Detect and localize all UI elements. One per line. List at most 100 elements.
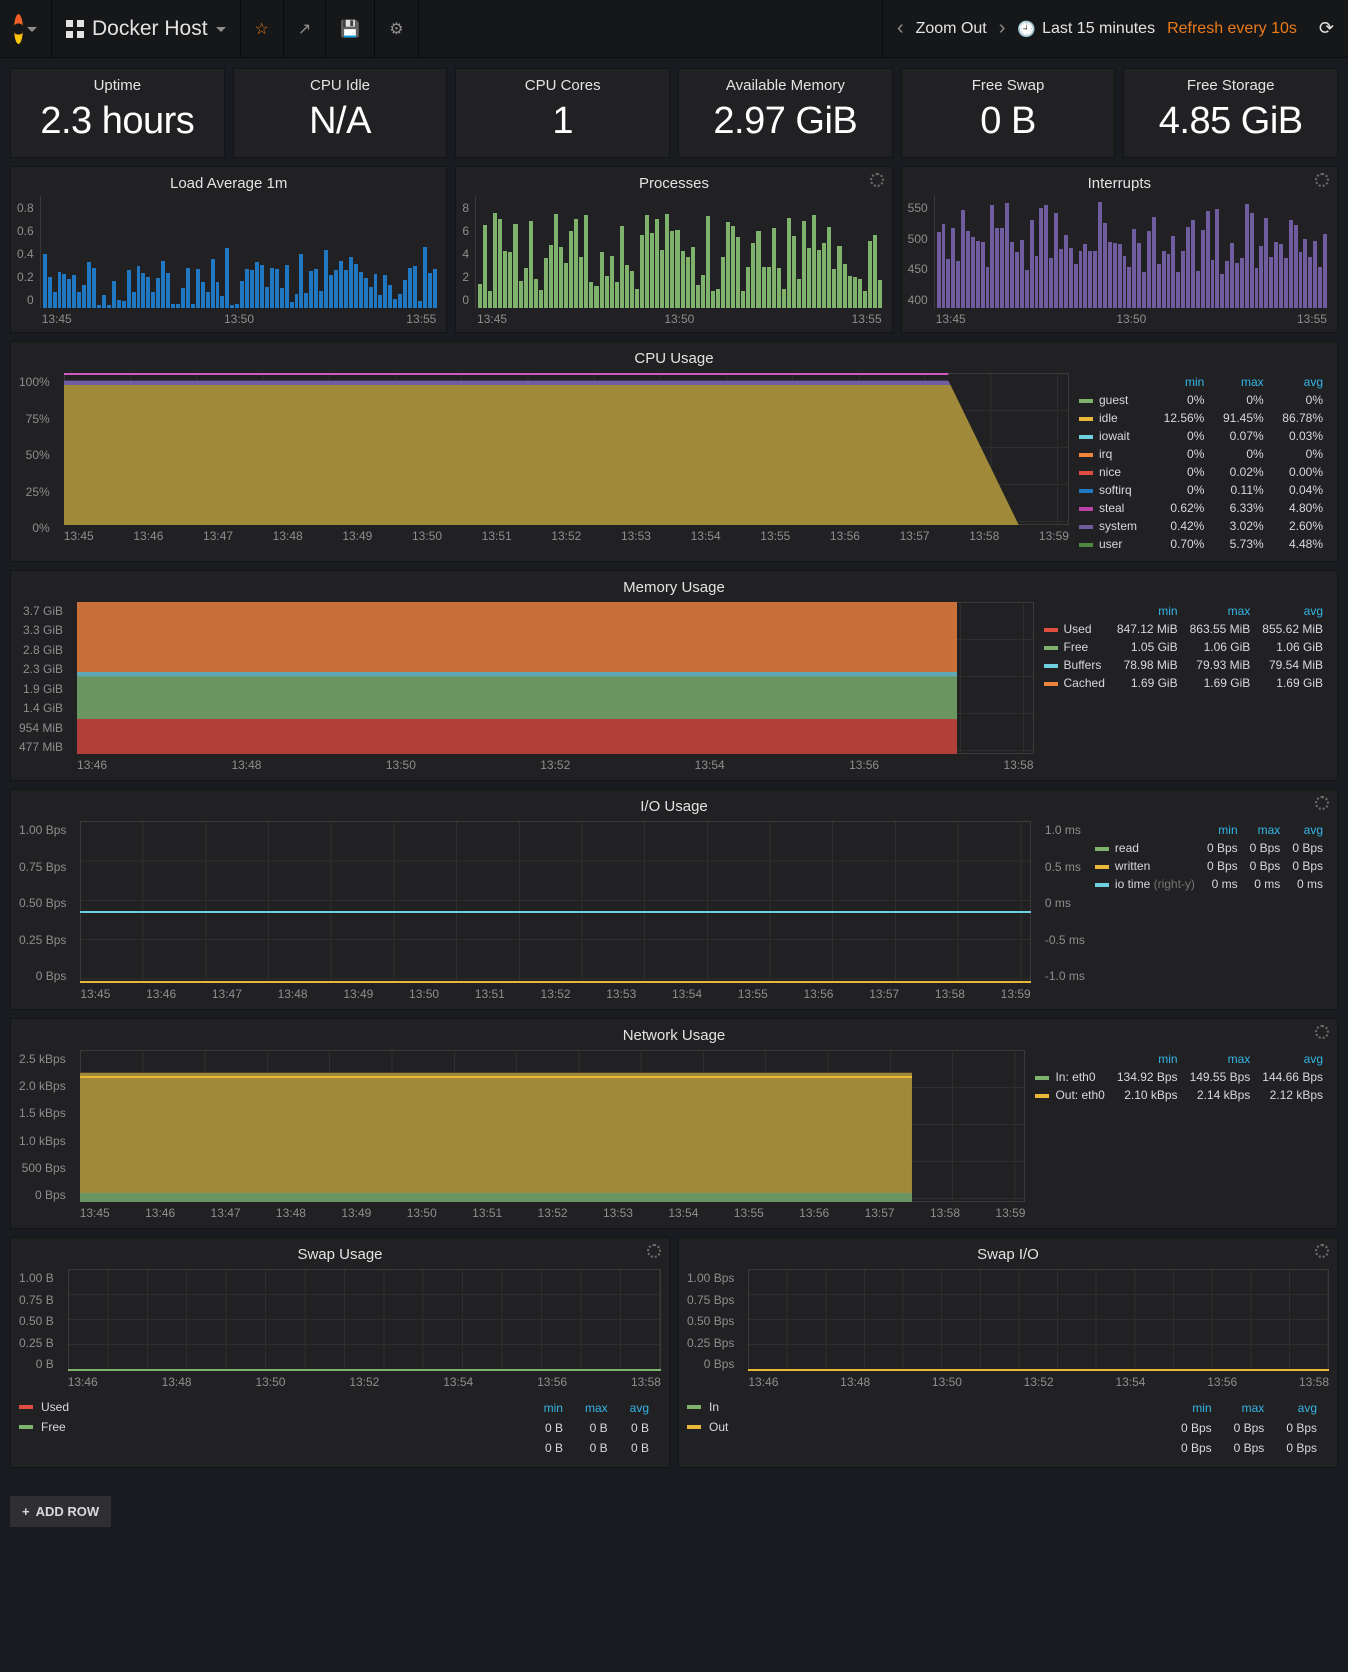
singlestat-label: Free Swap <box>902 77 1115 94</box>
zoom-out-button[interactable]: Zoom Out <box>916 20 987 38</box>
graph-plot[interactable]: 13:4613:4813:5013:5213:5413:5613:58 <box>748 1269 1329 1389</box>
panel-swap-io[interactable]: Swap I/O 1.00 Bps0.75 Bps0.50 Bps0.25 Bp… <box>678 1237 1338 1468</box>
legend-item[interactable]: read 0 Bps0 Bps0 Bps <box>1095 839 1329 857</box>
series-swatch <box>1044 646 1058 650</box>
legend: UsedFreeminmaxavg0 B0 B0 B0 B0 B0 B <box>19 1397 661 1459</box>
singlestat-cpu-cores[interactable]: CPU Cores 1 <box>455 68 670 158</box>
legend-item[interactable]: steal 0.62%6.33%4.80% <box>1079 499 1329 517</box>
series-swatch <box>1095 847 1109 851</box>
series-swatch <box>1079 543 1093 547</box>
legend: minmaxavg read 0 Bps0 Bps0 Bps written 0… <box>1095 821 1329 1001</box>
dashboard-grid-icon <box>66 20 84 38</box>
panel-memory-usage[interactable]: Memory Usage 3.7 GiB3.3 GiB2.8 GiB2.3 Gi… <box>10 570 1338 781</box>
singlestat-uptime[interactable]: Uptime 2.3 hours <box>10 68 225 158</box>
legend-item[interactable]: system 0.42%3.02%2.60% <box>1079 517 1329 535</box>
graph-plot[interactable]: 13:4613:4813:5013:5213:5413:5613:58 <box>68 1269 661 1389</box>
panel-title: Swap I/O <box>687 1242 1329 1269</box>
legend-item[interactable]: Used <box>19 1397 502 1417</box>
graph-plot[interactable]: 13:4613:4813:5013:5213:5413:5613:58 <box>77 602 1033 772</box>
add-row-button[interactable]: + ADD ROW <box>10 1496 111 1527</box>
singlestat-label: Free Storage <box>1124 77 1337 94</box>
legend-item[interactable]: user 0.70%5.73%4.48% <box>1079 535 1329 553</box>
singlestat-available-memory[interactable]: Available Memory 2.97 GiB <box>678 68 893 158</box>
graph-plot[interactable]: 13:4513:4613:4713:4813:4913:5013:5113:52… <box>80 1050 1026 1220</box>
legend-item[interactable]: Used 847.12 MiB863.55 MiB855.62 MiB <box>1044 620 1329 638</box>
series-swatch <box>1044 628 1058 632</box>
singlestat-value: 2.97 GiB <box>679 100 892 143</box>
x-axis: 13:4613:4813:5013:5213:5413:5613:58 <box>68 1375 661 1389</box>
legend-item[interactable]: In: eth0 134.92 Bps149.55 Bps144.66 Bps <box>1035 1068 1329 1086</box>
legend-item[interactable]: written 0 Bps0 Bps0 Bps <box>1095 857 1329 875</box>
series-swatch <box>19 1425 33 1429</box>
legend-item[interactable]: guest 0%0%0% <box>1079 391 1329 409</box>
series-swatch <box>687 1425 701 1429</box>
refresh-now-button[interactable]: ⟳ <box>1319 18 1334 39</box>
graph-plot[interactable] <box>934 196 1327 308</box>
graph-plot[interactable] <box>40 196 437 308</box>
singlestat-value: 2.3 hours <box>11 100 224 143</box>
series-swatch <box>1079 417 1093 421</box>
panel-cpu-usage[interactable]: CPU Usage 100%75%50%25%0% 13:4513:4613:4… <box>10 341 1338 562</box>
legend-item[interactable]: Free 1.05 GiB1.06 GiB1.06 GiB <box>1044 638 1329 656</box>
refresh-interval-picker[interactable]: Refresh every 10s <box>1167 20 1297 38</box>
y-axis: 3.7 GiB3.3 GiB2.8 GiB2.3 GiB1.9 GiB1.4 G… <box>19 602 67 772</box>
graph-plot[interactable]: 13:4513:4613:4713:4813:4913:5013:5113:52… <box>64 373 1069 543</box>
caret-down-icon <box>216 27 226 37</box>
time-range-controls: ‹ Zoom Out › 🕘 Last 15 minutes Refresh e… <box>882 0 1348 57</box>
loading-icon <box>1315 1244 1329 1258</box>
y-axis-right: 1.0 ms0.5 ms0 ms-0.5 ms-1.0 ms <box>1041 821 1085 1001</box>
legend-item[interactable]: io time (right-y) 0 ms0 ms0 ms <box>1095 875 1329 893</box>
settings-button[interactable]: ⚙ <box>375 0 418 57</box>
panel-interrupts[interactable]: Interrupts 550500450400 13:4513:5013:55 <box>901 166 1338 333</box>
dashboard-picker[interactable]: Docker Host <box>52 0 241 57</box>
y-axis: 550500450400 <box>908 196 934 326</box>
x-axis: 13:4613:4813:5013:5213:5413:5613:58 <box>748 1375 1329 1389</box>
panel-title: Memory Usage <box>19 575 1329 602</box>
legend-item[interactable]: irq 0%0%0% <box>1079 445 1329 463</box>
grafana-logo-icon <box>14 14 23 44</box>
x-axis: 13:4513:5013:55 <box>475 308 882 326</box>
panel-load-average-1m[interactable]: Load Average 1m 0.80.60.40.20 13:4513:50… <box>10 166 447 333</box>
series-swatch <box>1079 507 1093 511</box>
singlestat-free-swap[interactable]: Free Swap 0 B <box>901 68 1116 158</box>
time-range-picker[interactable]: 🕘 Last 15 minutes <box>1017 20 1155 38</box>
legend-item[interactable]: Buffers 78.98 MiB79.93 MiB79.54 MiB <box>1044 656 1329 674</box>
star-dashboard-button[interactable]: ☆ <box>241 0 284 57</box>
legend-item[interactable]: Cached 1.69 GiB1.69 GiB1.69 GiB <box>1044 674 1329 692</box>
graph-plot[interactable] <box>475 196 882 308</box>
panel-title: Load Average 1m <box>11 167 446 196</box>
panel-processes[interactable]: Processes 86420 13:4513:5013:55 <box>455 166 892 333</box>
panel-network-usage[interactable]: Network Usage 2.5 kBps2.0 kBps1.5 kBps1.… <box>10 1018 1338 1229</box>
x-axis: 13:4513:5013:55 <box>934 308 1327 326</box>
legend-item[interactable]: nice 0%0.02%0.00% <box>1079 463 1329 481</box>
series-swatch <box>1095 883 1109 887</box>
legend-item[interactable]: In <box>687 1397 1139 1417</box>
time-forward-button[interactable]: › <box>999 17 1006 40</box>
legend-item[interactable]: iowait 0%0.07%0.03% <box>1079 427 1329 445</box>
panel-io-usage[interactable]: I/O Usage 1.00 Bps0.75 Bps0.50 Bps0.25 B… <box>10 789 1338 1010</box>
panel-title: I/O Usage <box>19 794 1329 821</box>
legend: InOutminmaxavg0 Bps0 Bps0 Bps0 Bps0 Bps0… <box>687 1397 1329 1459</box>
singlestat-cpu-idle[interactable]: CPU Idle N/A <box>233 68 448 158</box>
panel-swap-usage[interactable]: Swap Usage 1.00 B0.75 B0.50 B0.25 B0 B 1… <box>10 1237 670 1468</box>
legend-item[interactable]: Out: eth0 2.10 kBps2.14 kBps2.12 kBps <box>1035 1086 1329 1104</box>
series-swatch <box>1079 525 1093 529</box>
time-back-button[interactable]: ‹ <box>897 17 904 40</box>
series-swatch <box>1079 453 1093 457</box>
share-dashboard-button[interactable]: ↗ <box>284 0 326 57</box>
legend-item[interactable]: softirq 0%0.11%0.04% <box>1079 481 1329 499</box>
grafana-logo-menu[interactable] <box>0 0 52 57</box>
sparkline-row: Load Average 1m 0.80.60.40.20 13:4513:50… <box>10 166 1338 333</box>
singlestat-value: N/A <box>234 100 447 143</box>
singlestat-value: 0 B <box>902 100 1115 143</box>
graph-plot[interactable]: 13:4513:4613:4713:4813:4913:5013:5113:52… <box>80 821 1031 1001</box>
legend: minmaxavg guest 0%0%0% idle 12.56%91.45%… <box>1079 373 1329 553</box>
legend-item[interactable]: Free <box>19 1417 502 1437</box>
loading-icon <box>870 173 884 187</box>
legend-item[interactable]: Out <box>687 1417 1139 1437</box>
legend-item[interactable]: idle 12.56%91.45%86.78% <box>1079 409 1329 427</box>
save-dashboard-button[interactable]: 💾 <box>326 0 375 57</box>
singlestat-free-storage[interactable]: Free Storage 4.85 GiB <box>1123 68 1338 158</box>
series-swatch <box>19 1405 33 1409</box>
x-axis: 13:4513:4613:4713:4813:4913:5013:5113:52… <box>64 529 1069 543</box>
